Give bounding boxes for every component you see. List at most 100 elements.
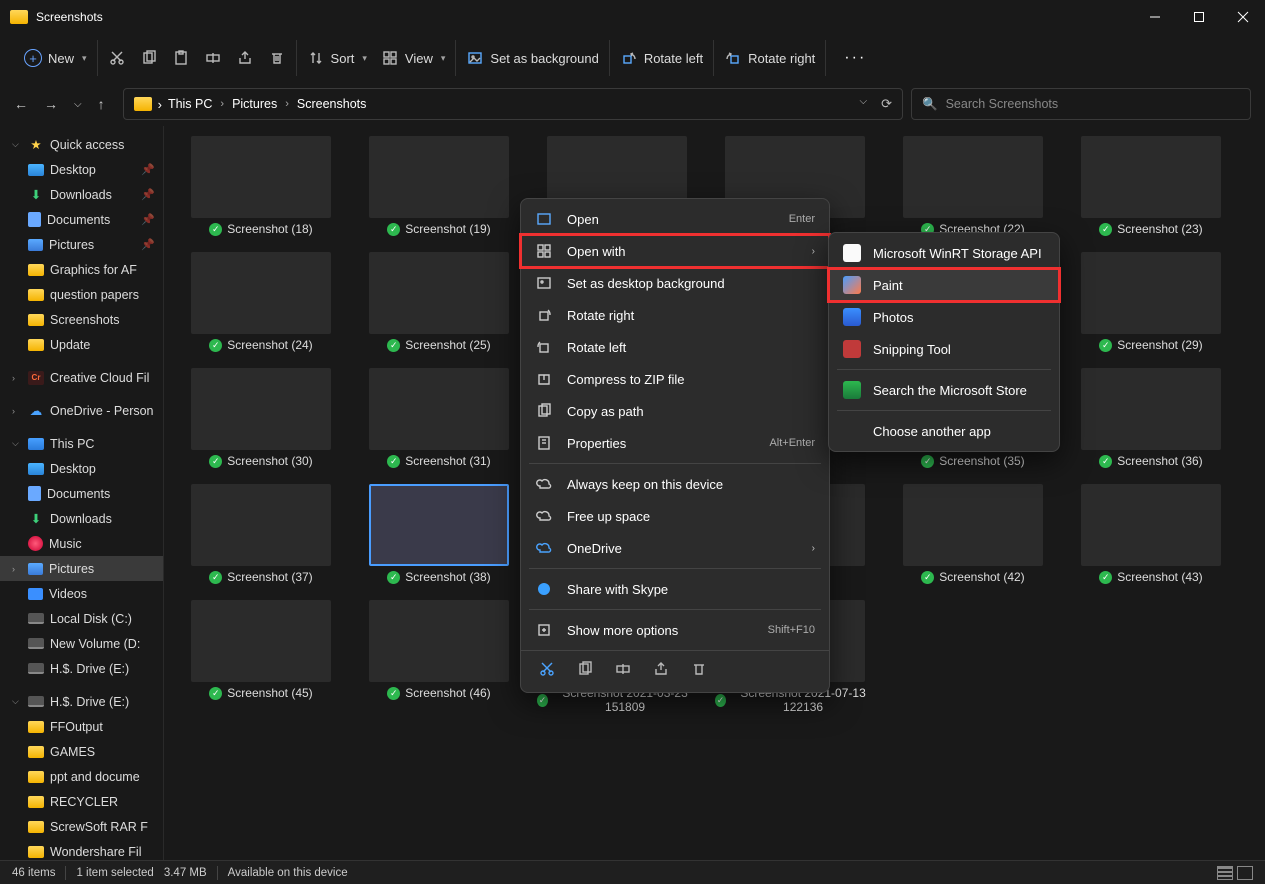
sidebar-onedrive[interactable]: ›☁OneDrive - Person — [0, 398, 163, 423]
file-item[interactable]: ✓Screenshot (43) — [1062, 484, 1240, 584]
rotate-left-button[interactable]: Rotate left — [620, 49, 703, 67]
file-item[interactable]: ✓Screenshot (46) — [350, 600, 528, 714]
sidebar-pc-downloads[interactable]: ⬇Downloads — [0, 506, 163, 531]
ctx-free-up[interactable]: Free up space — [521, 500, 829, 532]
breadcrumb-pc[interactable]: This PC — [168, 97, 212, 111]
ctx-open-with[interactable]: Open with› — [521, 235, 829, 267]
sidebar-local-disk[interactable]: Local Disk (C:) — [0, 606, 163, 631]
forward-button[interactable]: → — [44, 96, 58, 112]
view-button[interactable]: View▾ — [381, 49, 445, 67]
file-item[interactable]: ✓Screenshot (22) — [884, 136, 1062, 236]
sidebar-creative-cloud[interactable]: ›CrCreative Cloud Fil — [0, 365, 163, 390]
file-item[interactable]: ✓Screenshot (19) — [350, 136, 528, 236]
sidebar-screenshots[interactable]: Screenshots — [0, 307, 163, 332]
set-background-button[interactable]: Set as background — [466, 49, 598, 67]
sidebar-games[interactable]: GAMES — [0, 739, 163, 764]
ctx-rotate-right[interactable]: Rotate right — [521, 299, 829, 331]
sidebar-this-pc[interactable]: ⌵This PC — [0, 431, 163, 456]
rotate-right-button[interactable]: Rotate right — [724, 49, 815, 67]
file-item[interactable]: ✓Screenshot (36) — [1062, 368, 1240, 468]
openwith-photos[interactable]: Photos — [829, 301, 1059, 333]
minimize-button[interactable] — [1133, 0, 1177, 34]
chevron-down-icon[interactable]: ⌵ — [860, 96, 868, 112]
sidebar-recycler[interactable]: RECYCLER — [0, 789, 163, 814]
openwith-another[interactable]: Choose another app — [829, 415, 1059, 447]
sidebar-wondershare[interactable]: Wondershare Fil — [0, 839, 163, 860]
sidebar-pictures[interactable]: Pictures📌 — [0, 232, 163, 257]
file-item[interactable]: ✓Screenshot (24) — [172, 252, 350, 352]
sidebar-pc-music[interactable]: Music — [0, 531, 163, 556]
thumbnails-view-button[interactable] — [1237, 866, 1253, 880]
ctx-more-options[interactable]: Show more optionsShift+F10 — [521, 614, 829, 646]
sidebar-update[interactable]: Update — [0, 332, 163, 357]
ctx-open[interactable]: OpenEnter — [521, 203, 829, 235]
file-item[interactable]: ✓Screenshot (30) — [172, 368, 350, 468]
sidebar-pc-documents[interactable]: Documents — [0, 481, 163, 506]
up-button[interactable]: ↑ — [98, 96, 105, 112]
share-icon[interactable] — [236, 49, 254, 67]
sidebar-screwsoft[interactable]: ScrewSoft RAR F — [0, 814, 163, 839]
refresh-button[interactable]: ⟳ — [881, 96, 892, 112]
openwith-snipping[interactable]: Snipping Tool — [829, 333, 1059, 365]
sidebar-ffoutput[interactable]: FFOutput — [0, 714, 163, 739]
details-view-button[interactable] — [1217, 866, 1233, 880]
rename-icon[interactable] — [615, 661, 631, 680]
sort-button[interactable]: Sort▾ — [307, 49, 367, 67]
ctx-zip[interactable]: Compress to ZIP file — [521, 363, 829, 395]
file-item[interactable]: ✓Screenshot (45) — [172, 600, 350, 714]
ctx-skype[interactable]: Share with Skype — [521, 573, 829, 605]
file-item[interactable]: ✓Screenshot (23) — [1062, 136, 1240, 236]
ctx-rotate-left[interactable]: Rotate left — [521, 331, 829, 363]
delete-icon[interactable] — [268, 49, 286, 67]
ctx-onedrive[interactable]: OneDrive› — [521, 532, 829, 564]
close-button[interactable] — [1221, 0, 1265, 34]
share-icon[interactable] — [653, 661, 669, 680]
sidebar-ppt[interactable]: ppt and docume — [0, 764, 163, 789]
delete-icon[interactable] — [691, 661, 707, 680]
file-item[interactable]: ✓Screenshot (37) — [172, 484, 350, 584]
sidebar-pc-videos[interactable]: Videos — [0, 581, 163, 606]
paste-icon[interactable] — [172, 49, 190, 67]
ctx-properties[interactable]: PropertiesAlt+Enter — [521, 427, 829, 459]
sidebar-pc-pictures[interactable]: ›Pictures — [0, 556, 163, 581]
sidebar-documents[interactable]: Documents📌 — [0, 207, 163, 232]
maximize-button[interactable] — [1177, 0, 1221, 34]
copy-icon[interactable] — [140, 49, 158, 67]
ctx-set-bg[interactable]: Set as desktop background — [521, 267, 829, 299]
openwith-winrt[interactable]: Microsoft WinRT Storage API — [829, 237, 1059, 269]
ctx-always-keep[interactable]: Always keep on this device — [521, 468, 829, 500]
sidebar-desktop[interactable]: Desktop📌 — [0, 157, 163, 182]
sidebar-new-volume[interactable]: New Volume (D: — [0, 631, 163, 656]
sidebar-quick-access[interactable]: ⌵★Quick access — [0, 132, 163, 157]
sort-icon — [307, 49, 325, 67]
file-item[interactable]: ✓Screenshot (18) — [172, 136, 350, 236]
cloud-free-icon — [535, 507, 553, 525]
copy-icon[interactable] — [577, 661, 593, 680]
file-item[interactable]: ✓Screenshot (42) — [884, 484, 1062, 584]
recent-button[interactable]: ⌵ — [74, 99, 82, 110]
sidebar-downloads[interactable]: ⬇Downloads📌 — [0, 182, 163, 207]
sidebar-hs-drive-1[interactable]: H.$. Drive (E:) — [0, 656, 163, 681]
file-item[interactable]: ✓Screenshot (25) — [350, 252, 528, 352]
address-bar[interactable]: › This PC›Pictures›Screenshots ⌵⟳ — [123, 88, 903, 120]
breadcrumb-pictures[interactable]: Pictures — [232, 97, 277, 111]
openwith-paint[interactable]: Paint — [829, 269, 1059, 301]
sidebar-pc-desktop[interactable]: Desktop — [0, 456, 163, 481]
file-item[interactable]: ✓Screenshot (31) — [350, 368, 528, 468]
rename-icon[interactable] — [204, 49, 222, 67]
ctx-copy-path[interactable]: Copy as path — [521, 395, 829, 427]
more-button[interactable]: ··· — [836, 49, 874, 67]
sidebar-graphics[interactable]: Graphics for AF — [0, 257, 163, 282]
cut-icon[interactable] — [108, 49, 126, 67]
sidebar-question-papers[interactable]: question papers — [0, 282, 163, 307]
file-item[interactable]: ✓Screenshot (29) — [1062, 252, 1240, 352]
file-grid[interactable]: ✓Screenshot (18) ✓Screenshot (19) ✓Scree… — [164, 126, 1265, 860]
new-button[interactable]: + New▾ — [24, 49, 87, 67]
cut-icon[interactable] — [539, 661, 555, 680]
openwith-store[interactable]: Search the Microsoft Store — [829, 374, 1059, 406]
breadcrumb-screenshots[interactable]: Screenshots — [297, 97, 366, 111]
sidebar-hs-drive-2[interactable]: ⌵H.$. Drive (E:) — [0, 689, 163, 714]
back-button[interactable]: ← — [14, 96, 28, 112]
file-item[interactable]: ✓Screenshot (38) — [350, 484, 528, 584]
search-input[interactable]: 🔍 Search Screenshots — [911, 88, 1251, 120]
